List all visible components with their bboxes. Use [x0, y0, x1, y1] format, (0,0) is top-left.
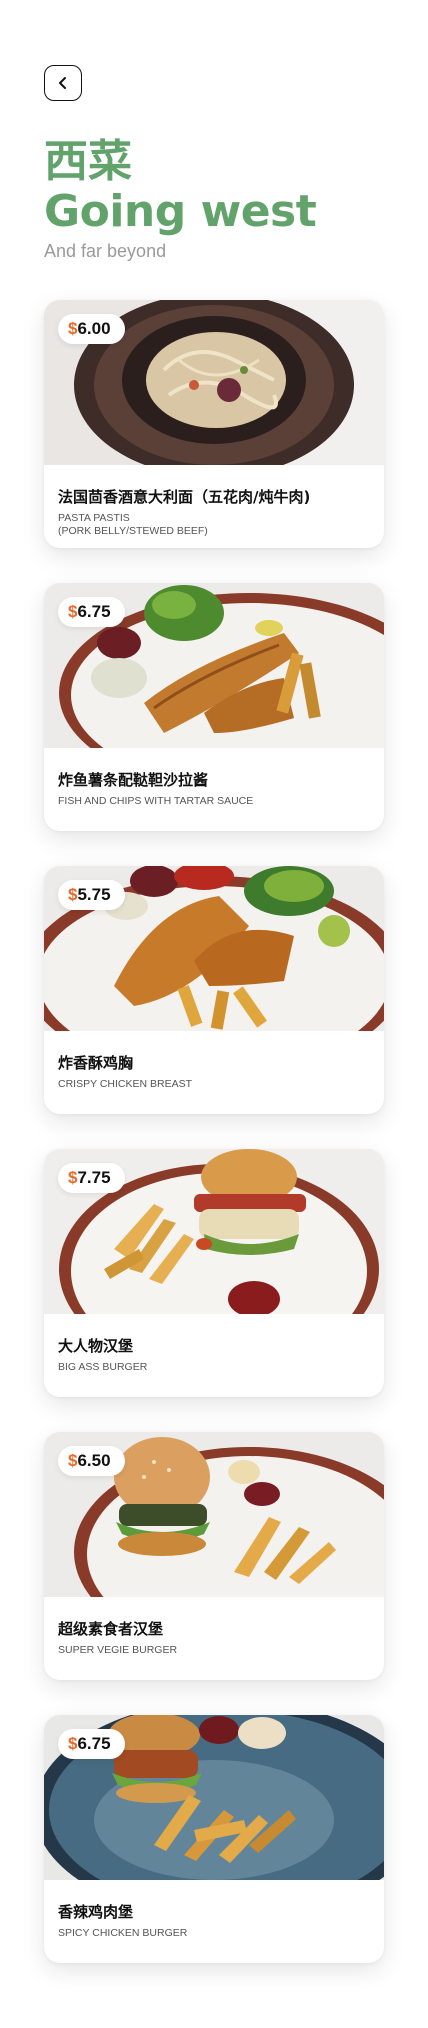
dish-description: BIG ASS BURGER — [58, 1361, 148, 1373]
dish-name: 香辣鸡肉堡 — [58, 1903, 134, 1921]
price-badge: $6.50 — [58, 1446, 125, 1476]
currency-symbol: $ — [68, 885, 78, 904]
dish-description: FISH AND CHIPS WITH TARTAR SAUCE — [58, 795, 254, 807]
currency-symbol: $ — [68, 319, 78, 338]
dish-name: 炸鱼薯条配鞑靼沙拉酱 — [58, 771, 209, 789]
price-value: 6.00 — [77, 319, 111, 338]
currency-symbol: $ — [68, 1451, 78, 1470]
dish-description: SUPER VEGIE BURGER — [58, 1644, 178, 1656]
price-badge: $5.75 — [58, 880, 125, 910]
chevron-left-icon — [59, 77, 66, 89]
currency-symbol: $ — [68, 602, 78, 621]
dish-description: CRISPY CHICKEN BREAST — [58, 1078, 193, 1090]
dish-description: SPICY CHICKEN BURGER — [58, 1927, 188, 1939]
price-value: 6.50 — [77, 1451, 111, 1470]
currency-symbol: $ — [68, 1734, 78, 1753]
page-title-chinese: 西菜 — [44, 136, 132, 187]
menu-card-crispy-chicken[interactable]: $5.75 炸香酥鸡胸 CRISPY CHICKEN BREAST — [44, 866, 384, 1114]
price-badge: $6.75 — [58, 597, 125, 627]
menu-card-pasta[interactable]: $6.00 法国茴香酒意大利面（五花肉/炖牛肉) PASTA PASTIS (P… — [44, 300, 384, 548]
dish-description: PASTA PASTIS (PORK BELLY/STEWED BEEF) — [58, 512, 208, 537]
price-badge: $6.00 — [58, 314, 125, 344]
page-title: Going west — [44, 186, 317, 237]
price-badge: $6.75 — [58, 1729, 125, 1759]
page-subtitle: And far beyond — [44, 241, 167, 261]
dish-name: 超级素食者汉堡 — [58, 1620, 164, 1638]
price-value: 6.75 — [77, 602, 111, 621]
dish-name: 法国茴香酒意大利面（五花肉/炖牛肉) — [58, 488, 311, 506]
currency-symbol: $ — [68, 1168, 78, 1187]
back-button[interactable] — [44, 65, 82, 101]
price-badge: $7.75 — [58, 1163, 125, 1193]
dish-name: 炸香酥鸡胸 — [58, 1054, 134, 1072]
menu-card-super-vegie-burger[interactable]: $6.50 超级素食者汉堡 SUPER VEGIE BURGER — [44, 1432, 384, 1680]
price-value: 6.75 — [77, 1734, 111, 1753]
dish-name: 大人物汉堡 — [58, 1337, 134, 1355]
price-value: 5.75 — [77, 885, 111, 904]
menu-card-fish-and-chips[interactable]: $6.75 炸鱼薯条配鞑靼沙拉酱 FISH AND CHIPS WITH TAR… — [44, 583, 384, 831]
menu-card-spicy-chicken-burger[interactable]: $6.75 香辣鸡肉堡 SPICY CHICKEN BURGER — [44, 1715, 384, 1963]
menu-card-big-ass-burger[interactable]: $7.75 大人物汉堡 BIG ASS BURGER — [44, 1149, 384, 1397]
price-value: 7.75 — [77, 1168, 111, 1187]
